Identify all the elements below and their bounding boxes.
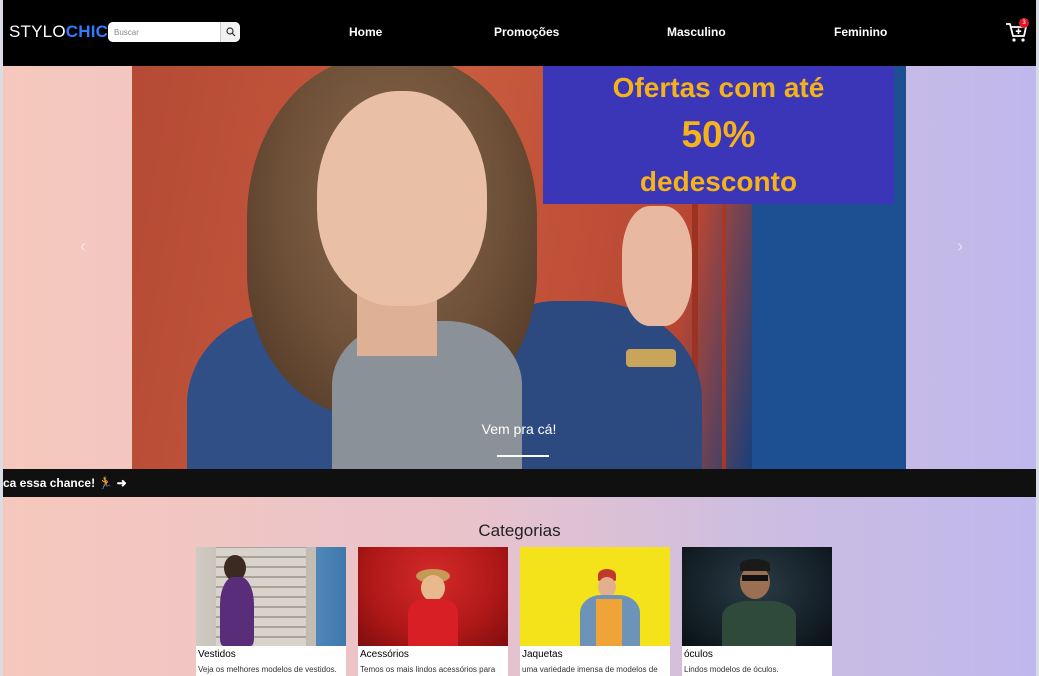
categories-title: Categorias: [478, 521, 561, 540]
offer-banner: Ofertas com até 50% dedesconto: [543, 66, 894, 204]
category-name: Acessórios: [360, 649, 409, 660]
offer-line-3: dedesconto: [639, 166, 798, 197]
offer-percent: 50%: [681, 114, 756, 155]
carousel-caption: Vem pra cá!: [481, 421, 557, 437]
carousel-next-icon[interactable]: ›: [950, 236, 970, 256]
category-name: Jaquetas: [522, 649, 563, 660]
page: STYLOCHIC Home Promoções Masculino Femin…: [0, 0, 1039, 676]
search-input[interactable]: [108, 22, 220, 42]
hero-photo-part: [626, 349, 676, 367]
brand-part1: STYLO: [9, 22, 66, 41]
search-box: [108, 22, 240, 42]
category-desc: uma variedade imensa de modelos de: [522, 665, 658, 674]
search-button[interactable]: [220, 22, 240, 42]
nav-home[interactable]: Home: [349, 25, 382, 39]
category-name: Vestidos: [198, 649, 236, 660]
announcement-ticker: ca essa chance! 🏃 ➜: [3, 469, 1036, 497]
offer-line-1: Ofertas com até: [612, 72, 825, 103]
carousel-indicator[interactable]: [497, 455, 549, 457]
category-desc: Temos os mais lindos acessórios para: [360, 665, 496, 674]
brand-logo[interactable]: STYLOCHIC: [9, 22, 108, 42]
category-image: [520, 547, 670, 646]
cart-count-badge: 3: [1019, 18, 1029, 28]
category-image: [358, 547, 508, 646]
nav-feminino[interactable]: Feminino: [834, 25, 887, 39]
carousel-prev-icon[interactable]: ‹: [73, 236, 93, 256]
category-card-vestidos[interactable]: Vestidos Veja os melhores modelos de ves…: [196, 547, 346, 676]
hero-carousel: Ofertas com até 50% dedesconto Vem pra c…: [132, 66, 906, 469]
brand-part2: CHIC: [65, 22, 109, 41]
ticker-text: ca essa chance! 🏃 ➜: [3, 476, 127, 490]
category-card-acessorios[interactable]: Acessórios Temos os mais lindos acessóri…: [358, 547, 508, 676]
category-image: [196, 547, 346, 646]
category-card-jaquetas[interactable]: Jaquetas uma variedade imensa de modelos…: [520, 547, 670, 676]
category-name: óculos: [684, 649, 713, 660]
hero-photo-part: [622, 206, 692, 326]
search-icon: [225, 27, 235, 37]
hero-photo-part: [317, 91, 487, 306]
category-desc: Lindos modelos de óculos.: [684, 665, 779, 674]
nav-promocoes[interactable]: Promoções: [494, 25, 559, 39]
category-desc: Veja os melhores modelos de vestidos.: [198, 665, 337, 674]
category-image: [682, 547, 832, 646]
nav-masculino[interactable]: Masculino: [667, 25, 726, 39]
navbar: STYLOCHIC Home Promoções Masculino Femin…: [3, 0, 1036, 66]
category-card-oculos[interactable]: óculos Lindos modelos de óculos.: [682, 547, 832, 676]
